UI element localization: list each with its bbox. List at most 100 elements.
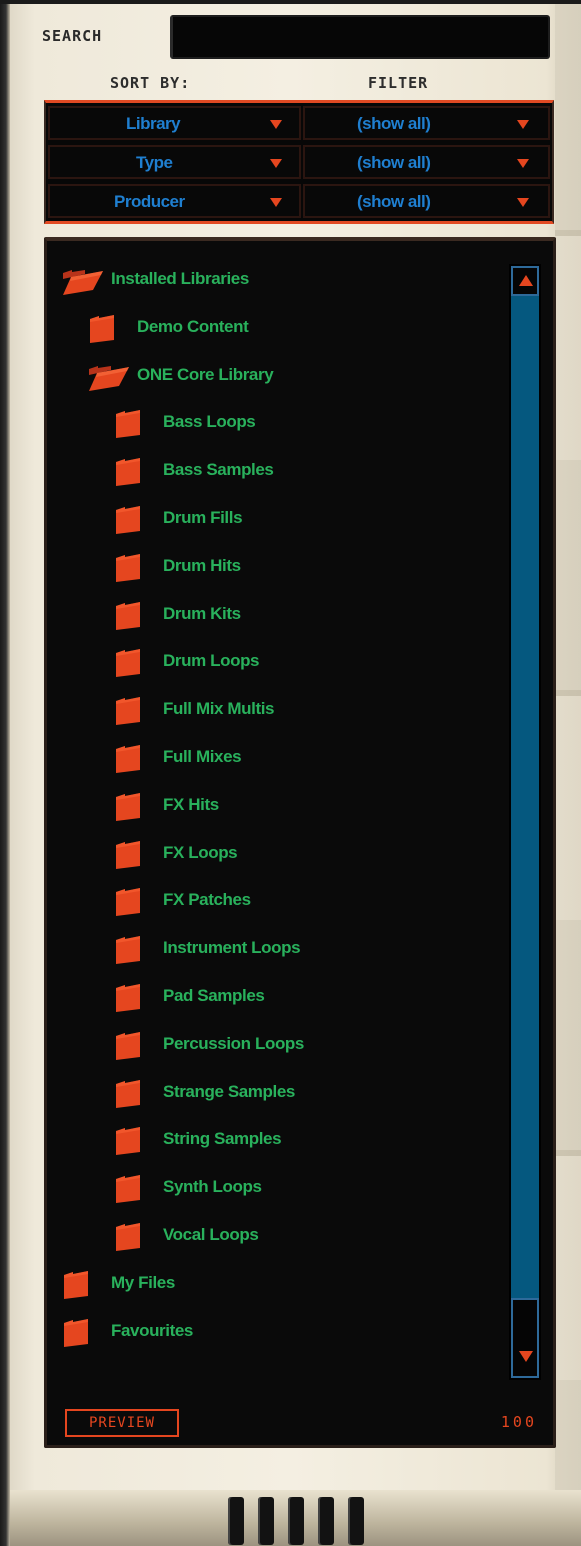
tree-item-label: Favourites <box>111 1320 193 1340</box>
tree-item[interactable]: Full Mix Multis <box>113 691 533 731</box>
sort-row-producer: Producer (show all) <box>46 181 552 219</box>
tree-item[interactable]: FX Loops <box>113 835 533 875</box>
dropdown-arrow-icon <box>270 120 282 129</box>
tree-item-label: Bass Loops <box>163 412 256 432</box>
vertical-scrollbar[interactable] <box>509 264 541 1380</box>
library-browser: Installed Libraries Demo Content ONE Core … <box>44 237 556 1448</box>
tree-item-label: Full Mix Multis <box>163 699 275 719</box>
folder-open-icon[interactable] <box>87 361 129 391</box>
scroll-down-button[interactable] <box>511 1298 539 1378</box>
folder-icon[interactable] <box>113 695 143 726</box>
tree-item[interactable]: Vocal Loops <box>113 1217 533 1257</box>
folder-icon[interactable] <box>113 408 143 439</box>
grip-bar <box>348 1497 364 1545</box>
panel-edge <box>555 0 581 1546</box>
folder-icon[interactable] <box>113 456 143 487</box>
tree-item[interactable]: Bass Samples <box>113 452 533 492</box>
tree-item-label: Pad Samples <box>163 986 265 1005</box>
sort-library-dropdown[interactable]: Library <box>48 106 301 140</box>
resize-grip[interactable] <box>228 1497 368 1545</box>
folder-icon[interactable] <box>113 934 143 965</box>
filter-header: FILTER <box>368 74 429 92</box>
grip-bar <box>258 1497 274 1545</box>
folder-icon[interactable] <box>113 504 143 534</box>
folder-icon[interactable] <box>113 647 143 678</box>
preview-button[interactable]: PREVIEW <box>65 1409 179 1437</box>
folder-icon[interactable] <box>61 1269 91 1299</box>
tree-item[interactable]: Drum Fills <box>113 500 533 540</box>
browser-panel: SEARCH SORT BY: FILTER Library (show all… <box>0 0 581 1546</box>
sort-filter-table: Library (show all) Type (show all) Produ… <box>44 100 554 224</box>
tree-item-label: Percussion Loops <box>163 1033 304 1053</box>
folder-icon[interactable] <box>113 600 143 630</box>
folder-icon[interactable] <box>113 791 143 821</box>
folder-icon[interactable] <box>113 982 143 1012</box>
tree-item-label: Installed Libraries <box>111 269 249 288</box>
tree-item[interactable]: Drum Loops <box>113 643 533 683</box>
scroll-up-button[interactable] <box>511 266 539 296</box>
tree-item[interactable]: Full Mixes <box>113 739 533 779</box>
folder-icon[interactable] <box>113 1173 143 1204</box>
tree-item-label: Drum Hits <box>163 555 241 575</box>
search-label: SEARCH <box>42 27 103 45</box>
filter-type-dropdown[interactable]: (show all) <box>303 145 550 179</box>
tree-item-label: Synth Loops <box>163 1177 262 1197</box>
search-input[interactable] <box>170 15 550 59</box>
grip-bar <box>228 1497 244 1545</box>
tree-item[interactable]: Synth Loops <box>113 1169 533 1209</box>
tree-item[interactable]: Bass Loops <box>113 404 533 444</box>
tree-item-label: Demo Content <box>137 316 249 336</box>
sort-type-label: Type <box>136 153 173 172</box>
tree-item[interactable]: Percussion Loops <box>113 1026 533 1066</box>
tree-item[interactable]: My Files <box>61 1265 481 1305</box>
tree-item-label: Drum Loops <box>163 651 260 671</box>
tree-item[interactable]: Drum Kits <box>113 596 533 636</box>
filter-producer-dropdown[interactable]: (show all) <box>303 184 550 218</box>
folder-open-icon[interactable] <box>61 265 103 295</box>
tree-item[interactable]: FX Hits <box>113 787 533 827</box>
tree-item[interactable]: Instrument Loops <box>113 930 533 970</box>
tree-item[interactable]: String Samples <box>113 1121 533 1161</box>
preview-volume[interactable]: 100 <box>501 1413 537 1431</box>
tree-item-label: Vocal Loops <box>163 1225 259 1244</box>
folder-icon[interactable] <box>113 839 143 869</box>
tree-item-label: Drum Fills <box>163 508 243 527</box>
tree-item-label: My Files <box>111 1272 175 1292</box>
sort-producer-dropdown[interactable]: Producer <box>48 184 301 218</box>
tree-item[interactable]: ONE Core Library <box>87 357 507 397</box>
tree-item[interactable]: Drum Hits <box>113 548 533 588</box>
dropdown-arrow-icon <box>270 198 282 207</box>
grip-bar <box>288 1497 304 1545</box>
sort-type-dropdown[interactable]: Type <box>48 145 301 179</box>
tree-item[interactable]: Installed Libraries <box>61 261 481 301</box>
folder-icon[interactable] <box>113 1078 143 1108</box>
sort-library-label: Library <box>126 114 181 133</box>
folder-icon[interactable] <box>113 1030 143 1060</box>
tree-item-label: Strange Samples <box>163 1081 295 1101</box>
filter-producer-label: (show all) <box>357 192 431 211</box>
folder-icon[interactable] <box>113 886 143 917</box>
folder-icon[interactable] <box>113 1221 143 1251</box>
tree-item[interactable]: FX Patches <box>113 882 533 922</box>
tree-item-label: String Samples <box>163 1129 282 1149</box>
filter-library-label: (show all) <box>357 114 431 133</box>
folder-icon[interactable] <box>113 743 143 773</box>
sort-by-header: SORT BY: <box>110 74 191 92</box>
dropdown-arrow-icon <box>517 120 529 129</box>
folder-icon[interactable] <box>87 313 117 343</box>
tree-item-label: Instrument Loops <box>163 938 301 958</box>
tree-item[interactable]: Pad Samples <box>113 978 533 1018</box>
tree-item[interactable]: Favourites <box>61 1313 481 1353</box>
folder-icon[interactable] <box>113 1125 143 1156</box>
tree-item-label: FX Hits <box>163 794 219 814</box>
tree-item-label: FX Loops <box>163 842 238 862</box>
folder-icon[interactable] <box>113 552 143 582</box>
filter-library-dropdown[interactable]: (show all) <box>303 106 550 140</box>
tree-item[interactable]: Strange Samples <box>113 1074 533 1114</box>
folder-icon[interactable] <box>61 1317 91 1347</box>
grip-bar <box>318 1497 334 1545</box>
sort-row-library: Library (show all) <box>46 103 552 141</box>
tree-item-label: Drum Kits <box>163 603 241 623</box>
tree-item-label: ONE Core Library <box>137 364 274 384</box>
tree-item[interactable]: Demo Content <box>87 309 507 349</box>
